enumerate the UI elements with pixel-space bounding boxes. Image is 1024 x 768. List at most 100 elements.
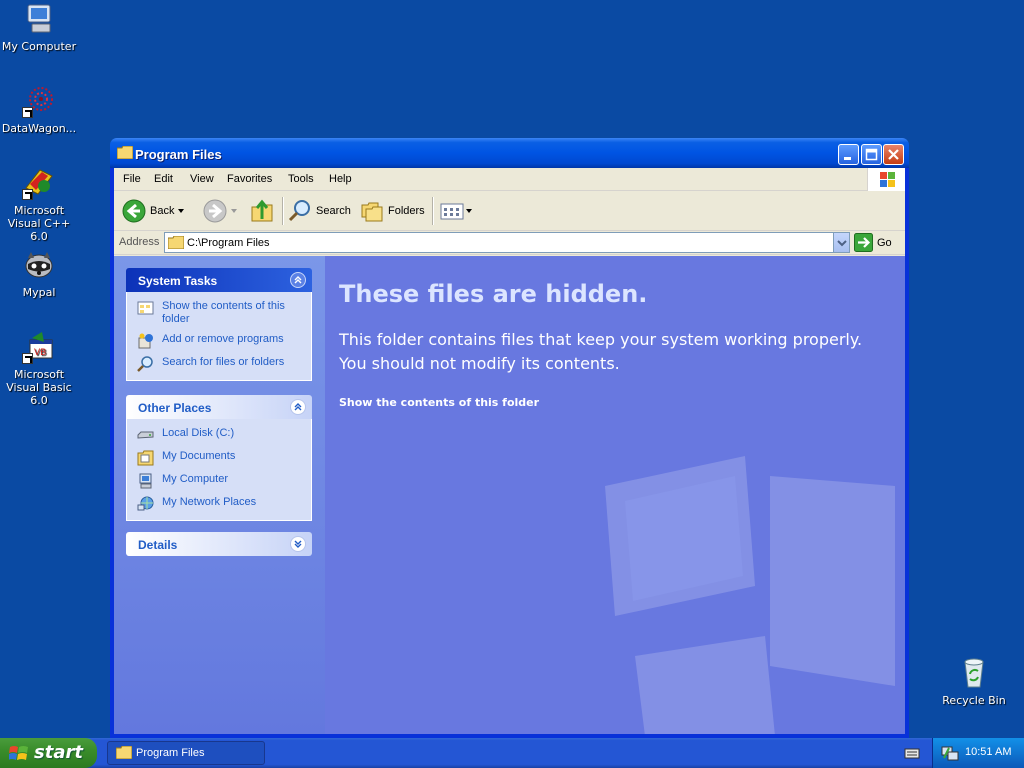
- my-computer-icon: [139, 473, 152, 489]
- menu-file[interactable]: File: [123, 173, 141, 185]
- desktop-icon-my-computer[interactable]: My Computer: [0, 2, 78, 53]
- address-input[interactable]: C:\Program Files: [164, 232, 850, 253]
- back-button[interactable]: Back: [122, 198, 188, 224]
- desktop-icon-mypal[interactable]: Mypal: [0, 248, 78, 299]
- my-computer-link[interactable]: My Computer: [137, 473, 305, 489]
- menu-favorites[interactable]: Favorites: [227, 173, 272, 185]
- go-button[interactable]: Go: [854, 233, 892, 252]
- menu-help[interactable]: Help: [329, 173, 352, 185]
- menu-bar: File Edit View Favorites Tools Help: [114, 168, 905, 191]
- address-bar: Address C:\Program Files Go: [114, 231, 905, 255]
- recycle-bin-icon: [957, 656, 991, 690]
- address-dropdown-button[interactable]: [833, 233, 849, 252]
- address-value: C:\Program Files: [187, 237, 270, 249]
- search-icon: [288, 200, 310, 222]
- visual-cpp-icon: [22, 166, 56, 200]
- address-label: Address: [119, 236, 160, 248]
- back-arrow-icon: [122, 199, 146, 223]
- link-label: Add or remove programs: [162, 333, 284, 345]
- menu-tools[interactable]: Tools: [288, 173, 314, 185]
- link-label: Local Disk (C:): [162, 427, 235, 439]
- system-tasks-panel: System Tasks Show the contents of this f…: [126, 268, 312, 381]
- visual-basic-icon: VB: [22, 330, 56, 364]
- start-label: start: [34, 742, 83, 763]
- search-files-link[interactable]: Search for files or folders: [137, 356, 305, 372]
- forward-arrow-icon: [203, 199, 227, 223]
- desktop-icon-label: Mypal: [22, 286, 56, 299]
- windows-logo-icon: [9, 746, 28, 760]
- add-remove-programs-link[interactable]: Add or remove programs: [137, 333, 305, 349]
- my-documents-icon: [137, 450, 154, 466]
- go-arrow-icon: [854, 233, 873, 252]
- desktop-icon-label: My Computer: [1, 40, 77, 53]
- chevron-down-icon: [466, 209, 472, 213]
- my-network-places-link[interactable]: My Network Places: [137, 496, 305, 512]
- search-icon: [137, 356, 153, 372]
- my-computer-icon: [22, 2, 56, 36]
- link-label: My Documents: [162, 450, 236, 462]
- other-places-panel: Other Places Local Disk (C:) My Document: [126, 395, 312, 521]
- desktop-icon-visual-cpp[interactable]: Microsoft Visual C++ 6.0: [0, 166, 78, 243]
- expand-chevron-icon[interactable]: [290, 536, 306, 552]
- standard-toolbar: Back Search Folders: [114, 191, 905, 231]
- folder-icon: [116, 746, 132, 759]
- maximize-button[interactable]: [861, 144, 882, 165]
- network-tray-icon[interactable]: [941, 744, 959, 762]
- link-label: My Network Places: [162, 496, 257, 508]
- other-places-header[interactable]: Other Places: [126, 395, 312, 419]
- svg-text:VB: VB: [34, 348, 46, 358]
- chevron-down-icon: [231, 209, 237, 213]
- close-button[interactable]: [883, 144, 904, 165]
- title-bar[interactable]: Program Files: [110, 138, 909, 168]
- go-label: Go: [877, 236, 892, 249]
- folder-icon: [168, 236, 184, 249]
- local-disk-link[interactable]: Local Disk (C:): [137, 427, 305, 443]
- hidden-files-pane: These files are hidden. This folder cont…: [325, 256, 905, 734]
- folder-content: System Tasks Show the contents of this f…: [114, 256, 905, 734]
- explorer-window: Program Files File Edit View Favorites T…: [110, 138, 909, 738]
- system-tray: 10:51 AM: [932, 738, 1024, 768]
- computer-watermark-image: [605, 456, 895, 734]
- hidden-files-message: This folder contains files that keep you…: [339, 330, 863, 373]
- show-contents-link[interactable]: Show the contents of this folder: [137, 300, 305, 326]
- collapse-chevron-icon[interactable]: [290, 399, 306, 415]
- details-header[interactable]: Details: [126, 532, 312, 556]
- collapse-chevron-icon[interactable]: [290, 272, 306, 288]
- desktop-icon-datawagon[interactable]: DataWagon...: [0, 84, 78, 135]
- up-folder-icon: [251, 199, 273, 222]
- link-label: Search for files or folders: [162, 356, 285, 368]
- views-button[interactable]: [440, 198, 474, 224]
- shortcut-arrow-icon: [22, 189, 33, 200]
- show-contents-main-link[interactable]: Show the contents of this folder: [339, 396, 539, 409]
- desktop-icon-recycle-bin[interactable]: Recycle Bin: [935, 656, 1013, 707]
- show-contents-icon: [137, 301, 154, 315]
- forward-button[interactable]: [203, 198, 241, 224]
- folders-label: Folders: [388, 205, 425, 217]
- taskbar-item-program-files[interactable]: Program Files: [107, 741, 265, 765]
- folders-button[interactable]: Folders: [360, 198, 425, 224]
- other-places-title: Other Places: [138, 401, 212, 415]
- chevron-down-icon: [837, 240, 847, 247]
- add-remove-programs-icon: [138, 333, 153, 349]
- menu-view[interactable]: View: [190, 173, 214, 185]
- system-tasks-body: Show the contents of this folder Add or …: [126, 292, 312, 381]
- windows-flag-icon: [867, 168, 905, 191]
- system-tasks-header[interactable]: System Tasks: [126, 268, 312, 292]
- details-title: Details: [138, 538, 178, 552]
- start-button[interactable]: start: [0, 738, 97, 768]
- search-label: Search: [316, 205, 351, 217]
- menu-edit[interactable]: Edit: [154, 173, 173, 185]
- minimize-button[interactable]: [838, 144, 859, 165]
- details-panel: Details: [126, 532, 312, 556]
- shortcut-arrow-icon: [22, 353, 33, 364]
- window-client-area: File Edit View Favorites Tools Help Back: [114, 168, 905, 734]
- my-documents-link[interactable]: My Documents: [137, 450, 305, 466]
- search-button[interactable]: Search: [288, 198, 351, 224]
- task-pane: System Tasks Show the contents of this f…: [114, 256, 325, 734]
- hidden-files-heading: These files are hidden.: [339, 280, 648, 308]
- keyboard-icon[interactable]: [904, 746, 920, 760]
- window-title: Program Files: [135, 147, 222, 162]
- desktop-icon-visual-basic[interactable]: VB Microsoft Visual Basic 6.0: [0, 330, 78, 407]
- up-folder-button[interactable]: [250, 198, 274, 224]
- clock[interactable]: 10:51 AM: [965, 746, 1011, 758]
